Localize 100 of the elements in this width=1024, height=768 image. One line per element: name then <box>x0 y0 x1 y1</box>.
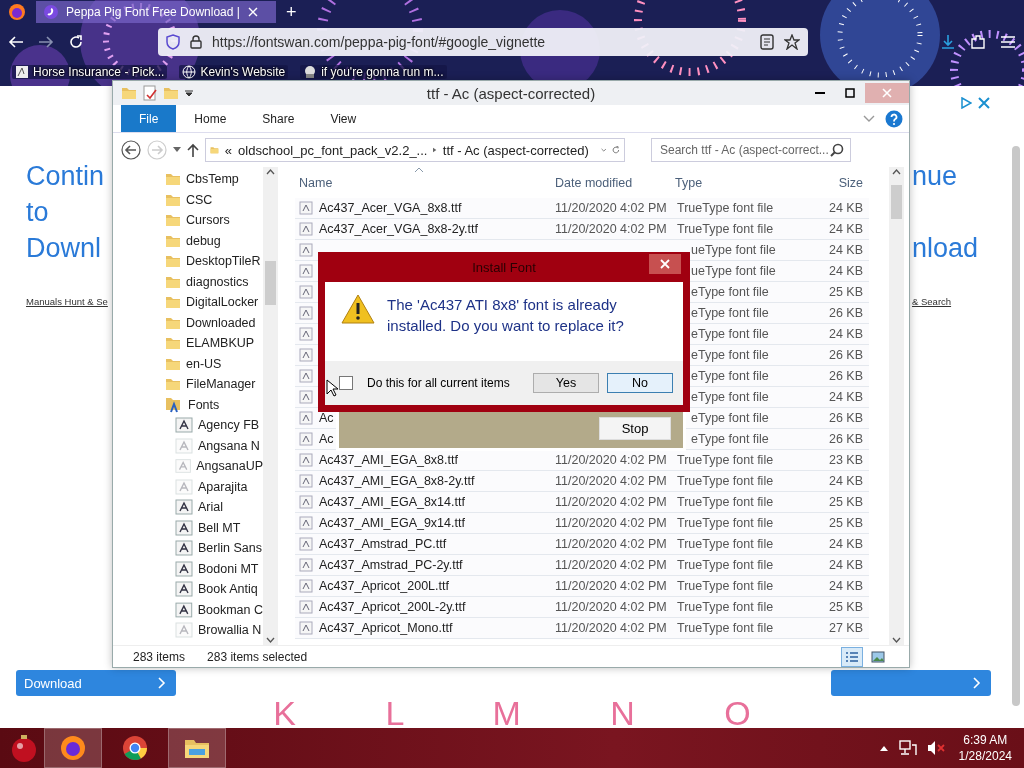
file-name[interactable]: Ac437_AMI_EGA_9x14.ttf <box>319 516 465 530</box>
file-name[interactable]: Ac <box>319 411 334 425</box>
column-header[interactable]: Date modified <box>551 175 671 190</box>
nav-item[interactable]: debug <box>165 230 263 251</box>
column-header[interactable]: Size <box>791 175 867 190</box>
bookmark[interactable]: Horse Insurance - Pick... <box>12 65 168 79</box>
nav-item[interactable]: Arial <box>165 497 263 518</box>
address-bar[interactable]: https://fontswan.com/peppa-pig-font/#google_vignette <box>158 28 808 56</box>
chevron-up-icon[interactable] <box>878 744 889 752</box>
reader-view-icon[interactable] <box>760 34 774 50</box>
clock-time[interactable]: 6:39 AM <box>963 732 1008 748</box>
checkbox[interactable] <box>339 376 353 390</box>
checkbox-label[interactable]: Do this for all current items <box>367 376 525 390</box>
page-link[interactable]: & Search <box>912 296 952 307</box>
file-name[interactable]: Ac <box>319 432 334 446</box>
scrollbar[interactable] <box>1012 146 1020 706</box>
nav-item[interactable]: Aparajita <box>165 476 263 497</box>
nav-item[interactable]: CbsTemp <box>165 169 263 190</box>
nav-item[interactable]: FileManager <box>165 374 263 395</box>
table-cell-text: 26 KB <box>827 432 864 446</box>
dialog-button[interactable]: Yes <box>533 373 599 393</box>
back-icon[interactable] <box>121 140 141 160</box>
address-field[interactable]: « oldschool_pc_font_pack_v2.2_... ttf - Ac (aspect-corrected) <box>205 138 625 162</box>
bookmark[interactable]: if you're gonna run m... <box>300 65 447 79</box>
search-field[interactable]: Search ttf - Ac (aspect-correct... <box>651 138 851 162</box>
extensions-icon[interactable] <box>970 34 986 50</box>
expand-ribbon-icon[interactable] <box>863 114 875 123</box>
nav-item[interactable]: Cursors <box>165 210 263 231</box>
stop-button[interactable]: Stop <box>599 417 671 440</box>
search-icon[interactable] <box>830 143 844 157</box>
file-name[interactable]: Ac437_AMI_EGA_8x8.ttf <box>319 453 458 467</box>
nav-item[interactable]: ELAMBKUP <box>165 333 263 354</box>
nav-item[interactable]: DesktopTileR <box>165 251 263 272</box>
file-name[interactable]: Ac437_Amstrad_PC.ttf <box>319 537 447 551</box>
nav-item[interactable]: Bell MT <box>165 517 263 538</box>
nav-item[interactable]: Bodoni MT <box>165 558 263 579</box>
clock-date[interactable]: 1/28/2024 <box>958 748 1012 764</box>
nav-item[interactable]: Downloaded <box>165 312 263 333</box>
nav-item[interactable]: CSC <box>165 189 263 210</box>
nav-item[interactable]: Fonts <box>165 394 263 415</box>
up-arrow-icon[interactable] <box>187 143 199 157</box>
column-header[interactable]: Name <box>295 175 551 190</box>
file-name[interactable]: Ac437_Apricot_200L-2y.ttf <box>319 600 466 614</box>
new-tab-button[interactable]: + <box>286 2 297 22</box>
file-name[interactable]: Ac437_Acer_VGA_8x8.ttf <box>319 201 462 215</box>
properties-icon[interactable] <box>143 85 157 101</box>
download-icon[interactable] <box>940 34 956 50</box>
dialog-button[interactable]: No <box>607 373 673 393</box>
network-icon[interactable] <box>898 740 917 756</box>
chevron-right-icon[interactable] <box>433 146 437 154</box>
taskbar-app[interactable] <box>44 728 102 768</box>
caret-down-icon[interactable] <box>173 147 181 153</box>
scrollbar[interactable] <box>263 167 278 645</box>
nav-item[interactable]: Agency FB <box>165 415 263 436</box>
nav-item[interactable]: Browallia N <box>165 620 263 641</box>
view-button[interactable] <box>841 646 863 667</box>
breadcrumb[interactable]: oldschool_pc_font_pack_v2.2_... <box>238 142 428 158</box>
help-icon[interactable] <box>885 109 903 128</box>
ribbon-tab[interactable]: View <box>312 105 375 132</box>
forward-icon[interactable] <box>38 34 54 50</box>
volume-muted-icon[interactable] <box>926 740 945 756</box>
file-icon <box>299 453 313 467</box>
file-name[interactable]: Ac437_AMI_EGA_8x8-2y.ttf <box>319 474 475 488</box>
menu-icon[interactable] <box>1000 35 1016 49</box>
nav-item[interactable]: Angsana N <box>165 435 263 456</box>
bookmark[interactable]: Kevin's Website <box>179 65 289 79</box>
close-button[interactable] <box>649 254 681 274</box>
page-link[interactable]: Manuals Hunt & Se <box>26 296 108 307</box>
ribbon-tab[interactable]: Home <box>176 105 245 132</box>
star-icon[interactable] <box>784 34 800 50</box>
close-icon[interactable] <box>978 97 990 109</box>
nav-item[interactable]: Berlin Sans <box>165 538 263 559</box>
nav-item[interactable]: Bookman C <box>165 599 263 620</box>
table-cell-text: 24 KB <box>827 474 864 488</box>
nav-item[interactable]: en-US <box>165 353 263 374</box>
file-name[interactable]: Ac437_Acer_VGA_8x8-2y.ttf <box>319 222 478 236</box>
reload-icon[interactable] <box>68 34 84 50</box>
browser-tab[interactable]: Peppa Pig Font Free Download | <box>36 1 276 23</box>
scrollbar[interactable] <box>889 167 904 645</box>
taskbar-app[interactable] <box>168 728 226 768</box>
scrollbar-thumb[interactable] <box>891 185 902 219</box>
ribbon-tab[interactable]: Share <box>244 105 313 132</box>
overflow-chevron[interactable]: « <box>224 142 233 158</box>
file-name[interactable]: Ac437_Apricot_200L.ttf <box>319 579 449 593</box>
nav-item[interactable]: Book Antiq <box>165 579 263 600</box>
breadcrumb[interactable]: ttf - Ac (aspect-corrected) <box>442 142 589 158</box>
nav-item[interactable]: diagnostics <box>165 271 263 292</box>
nav-item[interactable]: AngsanaUP <box>165 456 263 477</box>
ad-info-icon[interactable] <box>960 97 972 109</box>
column-header[interactable]: Type <box>671 175 791 190</box>
ribbon-tab[interactable]: File <box>121 105 177 132</box>
download-button[interactable]: Download <box>16 670 176 696</box>
back-icon[interactable] <box>8 34 24 50</box>
nav-item[interactable]: DigitalLocker <box>165 292 263 313</box>
file-name[interactable]: Ac437_Apricot_Mono.ttf <box>319 621 453 635</box>
caret-down-icon[interactable] <box>185 89 193 97</box>
file-name[interactable]: Ac437_AMI_EGA_8x14.ttf <box>319 495 465 509</box>
file-name[interactable]: Ac437_Amstrad_PC-2y.ttf <box>319 558 463 572</box>
scrollbar-thumb[interactable] <box>265 261 276 305</box>
folder-icon <box>165 192 181 207</box>
